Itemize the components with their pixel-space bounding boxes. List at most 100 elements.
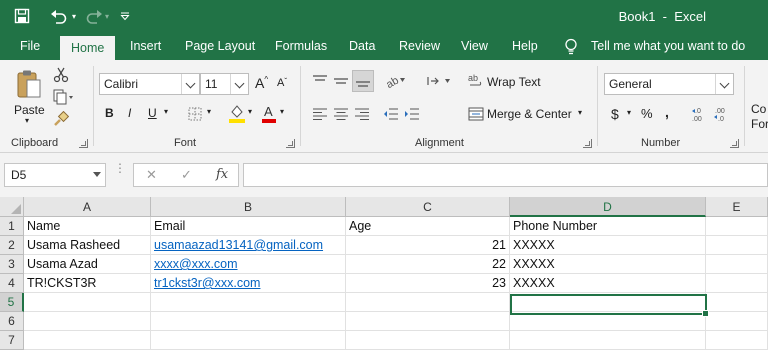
merge-dropdown-icon[interactable]: ▾ [578,108,582,117]
copy-icon[interactable] [52,88,76,106]
conditional-formatting-button[interactable]: Co For [751,102,768,132]
cell-a7[interactable] [24,331,151,350]
alignment-launcher-icon[interactable] [583,139,592,148]
cell-c1[interactable]: Age [346,217,510,236]
cell-e1[interactable] [706,217,768,236]
cell-e7[interactable] [706,331,768,350]
cell-a4[interactable]: TR!CKST3R [24,274,151,293]
row-header-7[interactable]: 7 [0,331,24,350]
italic-button[interactable]: I [128,106,131,120]
cell-e5[interactable] [706,293,768,312]
save-icon[interactable] [12,6,32,26]
tab-page-layout[interactable]: Page Layout [185,33,255,60]
align-top-icon[interactable] [310,72,330,90]
cell-b1[interactable]: Email [151,217,346,236]
font-size-dropdown[interactable]: 11 [200,73,249,95]
formula-bar-grip-icon[interactable]: ⋮ [114,162,126,185]
clipboard-paste-icon[interactable] [14,68,44,102]
row-header-1[interactable]: 1 [0,217,24,236]
clipboard-launcher-icon[interactable] [79,139,88,148]
tab-home[interactable]: Home [60,36,116,60]
align-middle-icon[interactable] [331,72,351,90]
paste-button[interactable]: Paste [14,103,45,117]
select-all-button[interactable] [0,197,24,217]
cell-c4[interactable]: 23 [346,274,510,293]
cell-b4[interactable]: tr1ckst3r@xxx.com [151,274,346,293]
comma-button[interactable]: , [665,104,669,120]
number-format-dropdown[interactable]: General [604,73,734,95]
column-header-e[interactable]: E [706,197,768,217]
cell-d3[interactable]: XXXXX [510,255,706,274]
align-left-icon[interactable] [310,105,330,123]
font-color-dropdown-icon[interactable]: ▾ [280,107,284,116]
redo-icon[interactable] [84,6,104,26]
scissors-icon[interactable] [52,66,70,84]
font-launcher-icon[interactable] [286,139,295,148]
cell-c6[interactable] [346,312,510,331]
cell-e3[interactable] [706,255,768,274]
underline-button[interactable]: U [148,106,157,120]
cell-c7[interactable] [346,331,510,350]
decrease-decimal-icon[interactable]: .00.0 [712,104,732,124]
cell-d4[interactable]: XXXXX [510,274,706,293]
cell-c5[interactable] [346,293,510,312]
name-box[interactable]: D5 [4,163,106,187]
cell-d1[interactable]: Phone Number [510,217,706,236]
cell-a6[interactable] [24,312,151,331]
redo-dropdown-icon[interactable]: ▾ [103,6,111,26]
align-center-icon[interactable] [331,105,351,123]
increase-decimal-icon[interactable]: .0.00 [690,104,710,124]
cell-e6[interactable] [706,312,768,331]
percent-button[interactable]: % [641,106,653,121]
font-color-icon[interactable]: A [260,102,278,124]
formula-input[interactable] [243,163,768,187]
cell-a5[interactable] [24,293,151,312]
cell-d7[interactable] [510,331,706,350]
cell-b7[interactable] [151,331,346,350]
cell-c2[interactable]: 21 [346,236,510,255]
currency-button[interactable]: $ [611,106,619,122]
tab-review[interactable]: Review [399,33,440,60]
insert-function-icon[interactable]: fx [216,167,228,182]
shrink-font-button[interactable]: Aˇ [277,77,287,89]
bold-button[interactable]: B [105,106,114,120]
row-header-2[interactable]: 2 [0,236,24,255]
align-bottom-icon[interactable] [352,70,374,92]
wrap-text-icon[interactable]: ab [467,72,485,90]
tell-me-search[interactable]: Tell me what you want to do [591,33,745,60]
cell-b3[interactable]: xxxx@xxx.com [151,255,346,274]
row-header-4[interactable]: 4 [0,274,24,293]
row-header-3[interactable]: 3 [0,255,24,274]
currency-dropdown-icon[interactable]: ▾ [627,108,631,117]
tab-data[interactable]: Data [349,33,375,60]
cell-d2[interactable]: XXXXX [510,236,706,255]
cell-b2[interactable]: usamaazad13141@gmail.com [151,236,346,255]
merge-center-button[interactable]: Merge & Center [487,107,572,121]
align-right-icon[interactable] [352,105,372,123]
increase-indent-icon[interactable] [402,105,422,123]
paste-dropdown-icon[interactable]: ▾ [25,116,29,125]
undo-dropdown-icon[interactable]: ▾ [69,6,79,26]
customize-qat-icon[interactable] [118,6,132,26]
cell-d5[interactable] [510,293,706,312]
cell-b6[interactable] [151,312,346,331]
cell-a1[interactable]: Name [24,217,151,236]
enter-icon[interactable]: ✓ [181,167,192,183]
cell-a3[interactable]: Usama Azad [24,255,151,274]
tab-insert[interactable]: Insert [130,33,161,60]
column-header-d[interactable]: D [510,197,706,217]
tab-view[interactable]: View [461,33,488,60]
merge-center-icon[interactable] [467,105,485,123]
wrap-text-button[interactable]: Wrap Text [487,75,541,89]
cell-c3[interactable]: 22 [346,255,510,274]
column-header-c[interactable]: C [346,197,510,217]
lightbulb-icon[interactable] [564,38,580,56]
row-header-5[interactable]: 5 [0,293,24,312]
column-header-b[interactable]: B [151,197,346,217]
undo-icon[interactable] [48,6,70,26]
paintbrush-icon[interactable] [52,110,70,128]
fill-color-dropdown-icon[interactable]: ▾ [248,107,252,116]
cell-d6[interactable] [510,312,706,331]
row-header-6[interactable]: 6 [0,312,24,331]
cell-e2[interactable] [706,236,768,255]
